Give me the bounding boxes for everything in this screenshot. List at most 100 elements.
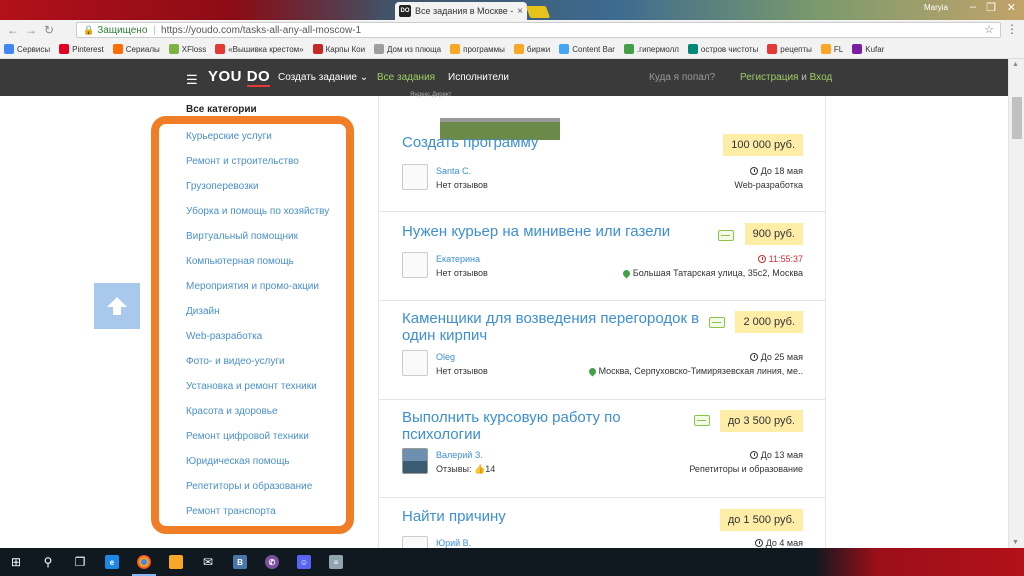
profile-name[interactable]: Maryia <box>924 3 948 12</box>
new-tab-button[interactable] <box>525 6 551 18</box>
scroll-to-top-button[interactable] <box>94 283 140 329</box>
user-name[interactable]: Юрий В. <box>436 538 471 548</box>
edge-icon[interactable]: e <box>96 548 128 576</box>
category-link[interactable]: Репетиторы и образование <box>186 478 329 503</box>
close-tab-icon[interactable]: × <box>517 6 523 17</box>
task-view-icon[interactable]: ❐ <box>64 548 96 576</box>
scroll-up-icon[interactable]: ▲ <box>1012 61 1019 68</box>
reload-icon[interactable]: ↻ <box>40 23 58 37</box>
task-title[interactable]: Найти причину <box>402 508 506 525</box>
login-link[interactable]: Вход <box>810 72 833 83</box>
maximize-icon[interactable]: ❐ <box>986 1 996 14</box>
bookmark-item[interactable]: XFloss <box>168 44 206 54</box>
category-link[interactable]: Ремонт цифровой техники <box>186 428 329 453</box>
category-link[interactable]: Красота и здоровье <box>186 403 329 428</box>
user-name[interactable]: Santa C. <box>436 166 471 176</box>
scrollbar-thumb[interactable] <box>1012 97 1022 139</box>
browser-tab[interactable]: DO Все задания в Москве - × <box>395 2 527 20</box>
back-icon[interactable]: ← <box>4 23 22 37</box>
task-title[interactable]: Выполнить курсовую работу по психологии <box>402 409 621 443</box>
category-link[interactable]: Курьерские услуги <box>186 128 329 153</box>
hamburger-menu-icon[interactable]: ☰ <box>186 72 198 88</box>
category-link[interactable]: Ремонт и строительство <box>186 153 329 178</box>
category-link[interactable]: Дизайн <box>186 303 329 328</box>
bookmark-item[interactable]: Карпы Кои <box>312 44 365 54</box>
task-title[interactable]: Создать программу <box>402 134 538 151</box>
tab-title: Все задания в Москве - <box>415 6 514 16</box>
page-icon <box>374 44 385 54</box>
user-name[interactable]: Екатерина <box>436 254 480 264</box>
task-card[interactable]: Выполнить курсовую работу по психологии д… <box>379 400 825 498</box>
task-card[interactable]: Найти причину до 1 500 руб. Юрий В. До 4… <box>379 498 825 548</box>
bookmark-item[interactable]: Pinterest <box>59 44 104 54</box>
apps-icon <box>4 44 14 54</box>
browser-menu-icon[interactable]: ⋮ <box>1006 22 1018 36</box>
category-link[interactable]: Установка и ремонт техники <box>186 378 329 403</box>
register-link[interactable]: Регистрация <box>740 72 798 83</box>
bookmark-item[interactable]: Сериалы <box>112 44 160 54</box>
bookmark-item[interactable]: остров чистоты <box>687 44 758 54</box>
nav-executors[interactable]: Исполнители <box>448 72 509 83</box>
discord-icon[interactable]: ☺ <box>288 548 320 576</box>
category-link[interactable]: Мероприятия и промо-акции <box>186 278 329 303</box>
bookmark-item[interactable]: программы <box>450 44 505 54</box>
avatar[interactable] <box>402 536 428 548</box>
viber-icon[interactable]: ✆ <box>256 548 288 576</box>
youdo-logo[interactable]: YOU DO <box>208 68 271 87</box>
bookmark-item[interactable]: Content Bar <box>559 44 615 54</box>
task-title[interactable]: Нужен курьер на минивене или газели <box>402 223 670 240</box>
bookmark-item[interactable]: Сервисы <box>4 44 50 54</box>
avatar[interactable] <box>402 164 428 190</box>
bookmark-item[interactable]: биржи <box>513 44 550 54</box>
user-name[interactable]: Валерий З. <box>436 450 483 460</box>
category-link[interactable]: Компьютерная помощь <box>186 253 329 278</box>
create-task-menu[interactable]: Создать задание ⌄ <box>278 72 368 83</box>
close-window-icon[interactable]: ✕ <box>1007 1 1016 14</box>
bookmark-item[interactable]: FL <box>820 44 843 54</box>
bookmark-item[interactable]: рецепты <box>767 44 812 54</box>
vk-icon[interactable]: B <box>224 548 256 576</box>
m-icon <box>312 44 323 54</box>
search-icon[interactable]: ⚲ <box>32 548 64 576</box>
nav-all-tasks[interactable]: Все задания <box>377 72 435 83</box>
bookmark-item[interactable]: Kufar <box>852 44 884 54</box>
task-card[interactable]: Создать программу 100 000 руб. Santa C. … <box>379 122 825 212</box>
category-link[interactable]: Виртуальный помощник <box>186 228 329 253</box>
avatar[interactable] <box>402 448 428 474</box>
deadline-text: До 25 мая <box>760 352 803 362</box>
file-explorer-icon[interactable] <box>160 548 192 576</box>
task-deadline: До 18 мая <box>749 166 803 176</box>
bookmark-item[interactable]: Дом из плюща <box>374 44 441 54</box>
pinterest-icon <box>59 44 70 54</box>
windows-start-icon[interactable]: ⊞ <box>0 548 32 576</box>
bookmark-item[interactable]: .гипермолл <box>623 44 679 54</box>
task-title[interactable]: Каменщики для возведения перегородок в од… <box>402 310 699 344</box>
forward-icon[interactable]: → <box>22 23 40 37</box>
category-link[interactable]: Ремонт транспорта <box>186 503 329 528</box>
minimize-icon[interactable]: – <box>970 1 976 13</box>
avatar[interactable] <box>402 350 428 376</box>
task-card[interactable]: Нужен курьер на минивене или газели 900 … <box>379 212 825 301</box>
category-link[interactable]: Фото- и видео-услуги <box>186 353 329 378</box>
avatar[interactable] <box>402 252 428 278</box>
task-card[interactable]: Каменщики для возведения перегородок в од… <box>379 301 825 400</box>
scroll-down-icon[interactable]: ▼ <box>1012 539 1019 546</box>
page-scrollbar[interactable]: ▲ ▼ <box>1008 59 1024 548</box>
category-link[interactable]: Грузоперевозки <box>186 178 329 203</box>
document-icon[interactable]: ≡ <box>320 548 352 576</box>
bookmark-star-icon[interactable]: ☆ <box>984 23 994 36</box>
bookmark-item[interactable]: «Вышивка крестом» <box>215 44 304 54</box>
category-link[interactable]: Уборка и помощь по хозяйству <box>186 203 329 228</box>
task-deadline: До 4 мая <box>754 538 803 548</box>
task-category: Репетиторы и образование <box>689 464 803 474</box>
category-link[interactable]: Юридическая помощь <box>186 453 329 478</box>
nav-where-am-i[interactable]: Куда я попал? <box>649 72 715 83</box>
user-name[interactable]: Oleg <box>436 352 455 362</box>
category-list: Курьерские услуги Ремонт и строительство Г… <box>186 128 329 528</box>
all-categories-heading[interactable]: Все категории <box>186 104 257 115</box>
category-link[interactable]: Web-разработка <box>186 328 329 353</box>
user-reviews: Нет отзывов <box>436 366 488 376</box>
url-field[interactable]: 🔒 Защищено | https://youdo.com/tasks-all… <box>76 22 1001 38</box>
mail-icon[interactable]: ✉ <box>192 548 224 576</box>
chrome-icon[interactable] <box>128 548 160 576</box>
